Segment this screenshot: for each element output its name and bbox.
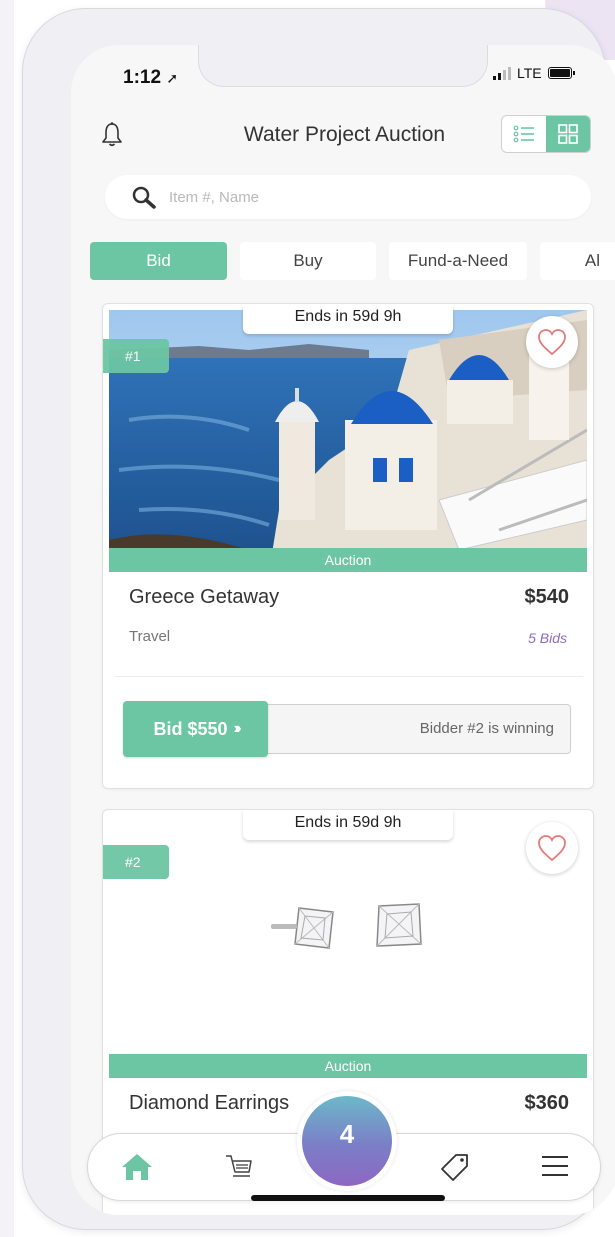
divider (115, 676, 583, 677)
tag-icon[interactable] (440, 1152, 470, 1187)
heart-icon (538, 835, 566, 862)
tab-fund-a-need[interactable]: Fund-a-Need (389, 242, 527, 280)
home-indicator (251, 1195, 445, 1201)
network-label: LTE (517, 65, 542, 81)
app-screen: 1:12 ➚ LTE Water Project Auction Item #,… (71, 45, 615, 1215)
view-toggle (501, 115, 591, 153)
item-image-greece (109, 310, 587, 572)
cart-icon[interactable] (224, 1152, 254, 1187)
item-name: Greece Getaway (129, 586, 280, 608)
item-number-badge: #2 (103, 845, 169, 879)
menu-icon[interactable] (540, 1152, 570, 1185)
status-indicators: LTE (493, 65, 575, 81)
cart-count: 4 (302, 1096, 392, 1186)
list-view-button[interactable] (502, 116, 546, 152)
grid-icon (558, 124, 578, 144)
search-icon (132, 186, 156, 209)
winning-status: Bidder #2 is winning (419, 720, 554, 737)
cart-count-button[interactable]: 4 (297, 1091, 397, 1191)
grid-view-button[interactable] (546, 116, 590, 152)
item-category: Travel (129, 628, 171, 645)
list-icon (513, 125, 534, 143)
bid-button[interactable]: Bid $550 ››› (123, 701, 268, 757)
bid-slider[interactable]: Bid $550 ››› Bidder #2 is winning (123, 701, 571, 757)
location-arrow-icon: ➚ (166, 70, 179, 86)
item-number-badge: #1 (103, 339, 169, 373)
signal-icon (493, 66, 511, 80)
notch (198, 45, 488, 87)
tab-bid[interactable]: Bid (90, 242, 227, 280)
ends-in-label: Ends in 59d 9h (243, 810, 453, 840)
heart-icon (538, 329, 566, 356)
favorite-button[interactable] (526, 822, 578, 874)
auction-item-card[interactable]: Ends in 59d 9h #1 Auction Greece Getaway… (102, 303, 594, 789)
auction-type-label: Auction (109, 1054, 587, 1078)
ends-in-label: Ends in 59d 9h (243, 304, 453, 334)
tab-all[interactable]: Al (540, 242, 615, 280)
category-tabs: Bid Buy Fund-a-Need Al (90, 242, 615, 280)
search-bar (105, 175, 591, 219)
bid-count[interactable]: 5 Bids (528, 630, 567, 646)
header: Water Project Auction (71, 113, 615, 153)
item-image-earrings (109, 816, 587, 1078)
search-input[interactable] (169, 188, 529, 206)
battery-icon (547, 67, 575, 79)
status-time-text: 1:12 (123, 67, 162, 88)
background-stripe (0, 0, 14, 1237)
tab-buy[interactable]: Buy (240, 242, 376, 280)
favorite-button[interactable] (526, 316, 578, 368)
status-time: 1:12 ➚ (123, 67, 178, 89)
auction-type-label: Auction (109, 548, 587, 572)
item-name: Diamond Earrings (129, 1092, 290, 1114)
chevrons-right-icon: ››› (233, 720, 242, 737)
item-price: $360 (524, 1092, 570, 1114)
bid-button-label: Bid $550 (153, 718, 228, 739)
home-icon[interactable] (120, 1152, 154, 1187)
item-price: $540 (524, 586, 570, 608)
phone-frame: 1:12 ➚ LTE Water Project Auction Item #,… (22, 8, 615, 1230)
